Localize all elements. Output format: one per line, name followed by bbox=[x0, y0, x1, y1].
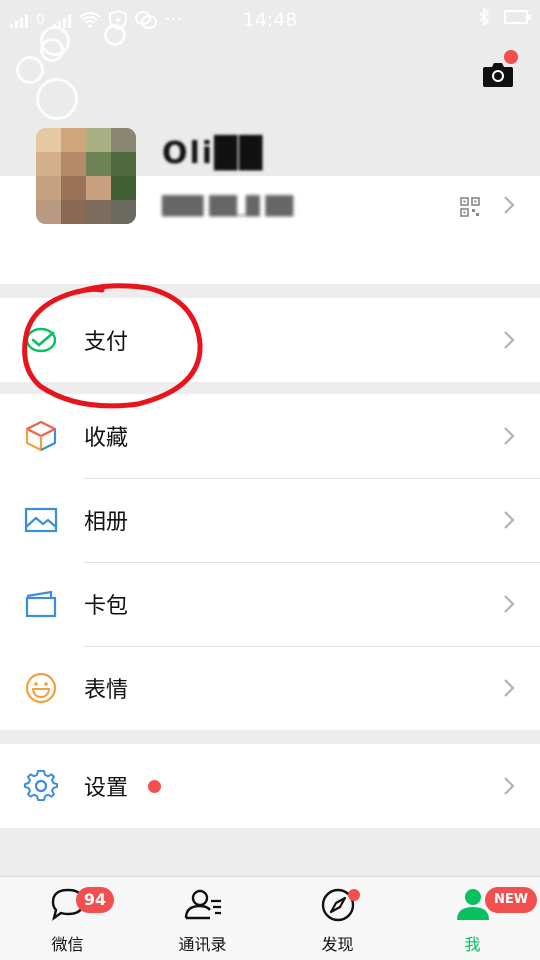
bluetooth-icon bbox=[479, 8, 490, 26]
chevron-right-icon bbox=[503, 330, 515, 350]
tab-contacts[interactable]: 通讯录 bbox=[135, 877, 270, 960]
gear-icon bbox=[24, 770, 58, 802]
menu-label-stickers: 表情 bbox=[84, 678, 129, 703]
profile-wechat-id: ███ ██_█ ██ bbox=[162, 196, 294, 217]
smiley-icon bbox=[25, 672, 57, 704]
chevron-right-icon bbox=[503, 776, 515, 796]
battery-icon bbox=[504, 10, 531, 24]
menu-label-settings: 设置 bbox=[84, 776, 129, 801]
menu-item-settings[interactable]: 设置 bbox=[0, 744, 540, 828]
tab-me[interactable]: NEW 我 bbox=[405, 877, 540, 960]
tab-label-chats: 微信 bbox=[51, 935, 84, 954]
discover-notification-dot bbox=[348, 889, 360, 901]
menu-label-favorites: 收藏 bbox=[84, 426, 129, 451]
menu-label-cards: 卡包 bbox=[84, 594, 129, 619]
menu-label-pay: 支付 bbox=[84, 330, 129, 355]
chevron-right-icon bbox=[503, 594, 515, 614]
menu-item-favorites[interactable]: 收藏 bbox=[0, 394, 540, 478]
decorative-bubble bbox=[16, 56, 44, 84]
status-bar: 0 ··· 14:48 bbox=[0, 0, 540, 40]
camera-icon[interactable] bbox=[482, 60, 514, 88]
menu-item-album[interactable]: 相册 bbox=[0, 478, 540, 562]
camera-notification-dot bbox=[504, 50, 518, 64]
menu-item-cards[interactable]: 卡包 bbox=[0, 562, 540, 646]
decorative-bubble bbox=[36, 78, 78, 120]
card-wallet-icon bbox=[25, 590, 57, 618]
chevron-right-icon bbox=[503, 510, 515, 530]
unread-badge: 94 bbox=[76, 887, 114, 913]
menu-group-settings: 设置 bbox=[0, 744, 540, 828]
menu-group-pay: 支付 bbox=[0, 298, 540, 382]
tab-discover[interactable]: 发现 bbox=[270, 877, 405, 960]
settings-notification-dot bbox=[148, 780, 161, 793]
chevron-right-icon bbox=[503, 678, 515, 698]
tab-chats[interactable]: 94 微信 bbox=[0, 877, 135, 960]
tab-label-contacts: 通讯录 bbox=[178, 935, 227, 954]
menu-label-album: 相册 bbox=[84, 510, 129, 535]
chevron-right-icon bbox=[503, 195, 515, 215]
decorative-bubble bbox=[104, 24, 126, 46]
tab-label-me: 我 bbox=[464, 935, 481, 954]
menu-item-pay[interactable]: 支付 bbox=[0, 298, 540, 382]
menu-group-content: 收藏 相册 卡包 表情 bbox=[0, 394, 540, 730]
menu-item-stickers[interactable]: 表情 bbox=[0, 646, 540, 730]
tab-bar: 94 微信 通讯录 发现 NEW 我 bbox=[0, 876, 540, 960]
new-badge: NEW bbox=[485, 887, 537, 913]
tab-label-discover: 发现 bbox=[321, 935, 354, 954]
picture-icon bbox=[24, 507, 58, 533]
chevron-right-icon bbox=[503, 426, 515, 446]
qr-code-icon[interactable] bbox=[460, 197, 480, 217]
avatar[interactable] bbox=[36, 128, 136, 224]
decorative-bubble bbox=[40, 38, 64, 62]
status-time: 14:48 bbox=[242, 9, 298, 31]
cube-icon bbox=[25, 420, 57, 452]
contacts-icon bbox=[184, 889, 221, 920]
wallet-check-icon bbox=[25, 327, 57, 353]
status-right-icons bbox=[478, 8, 531, 26]
profile-name: Oli██ bbox=[162, 136, 265, 171]
